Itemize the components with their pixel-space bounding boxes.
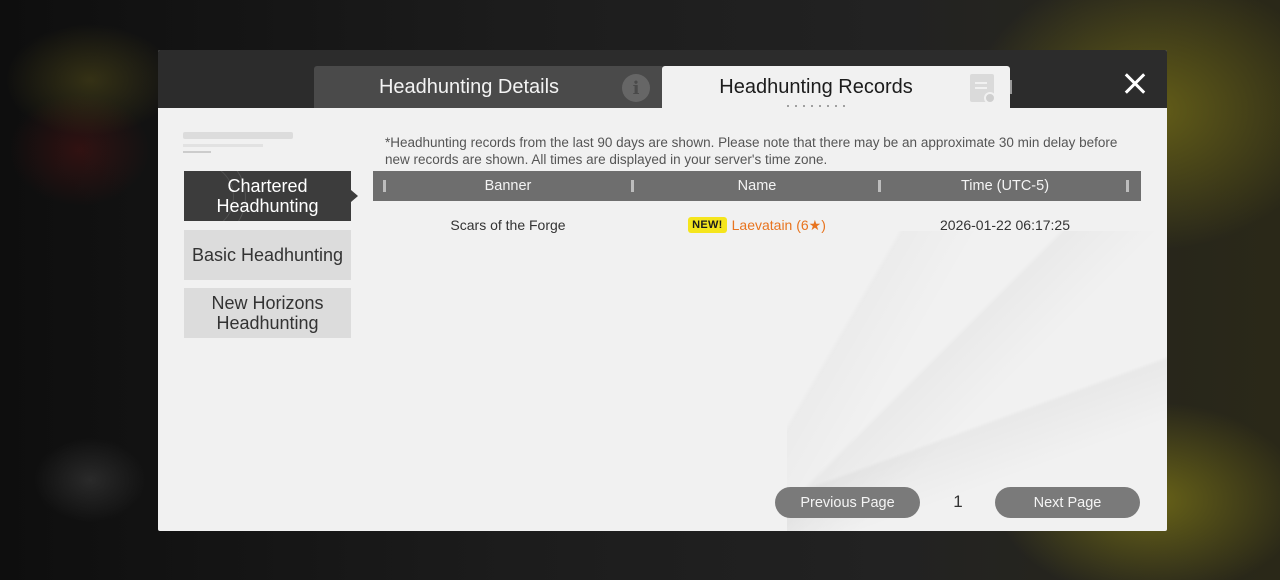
sidebar-item-label: New Horizons Headhunting bbox=[211, 293, 324, 333]
sidebar-item-new-horizons-headhunting[interactable]: New Horizons Headhunting bbox=[184, 288, 351, 338]
close-icon[interactable] bbox=[1119, 68, 1151, 100]
active-indicator-arrow bbox=[351, 190, 358, 202]
previous-page-button[interactable]: Previous Page bbox=[775, 487, 920, 518]
records-table-header: Banner Name Time (UTC-5) bbox=[373, 171, 1141, 201]
cell-name: NEW! Laevatain (6★) bbox=[633, 213, 881, 237]
table-row: Scars of the Forge NEW! Laevatain (6★) 2… bbox=[373, 213, 1141, 237]
document-icon bbox=[970, 74, 996, 104]
new-badge: NEW! bbox=[688, 217, 727, 233]
sidebar-item-label: Chartered Headhunting bbox=[216, 176, 319, 216]
modal-top-bar: Headhunting Details i Headhunting Record… bbox=[158, 50, 1167, 108]
tab-headhunting-records[interactable]: Headhunting Records bbox=[662, 66, 1012, 108]
column-divider bbox=[1126, 180, 1129, 192]
cell-banner: Scars of the Forge bbox=[450, 217, 566, 233]
tab-separator bbox=[1010, 80, 1012, 94]
sidebar-item-label: Basic Headhunting bbox=[191, 245, 344, 265]
operator-name: Laevatain (6★) bbox=[731, 216, 826, 233]
sidebar-item-basic-headhunting[interactable]: Basic Headhunting bbox=[184, 230, 351, 280]
column-header-time: Time (UTC-5) bbox=[960, 178, 1050, 194]
logo bbox=[183, 132, 293, 154]
tab-label: Headhunting Records bbox=[719, 75, 913, 98]
tab-label: Headhunting Details bbox=[378, 75, 560, 98]
headhunting-modal: Headhunting Details i Headhunting Record… bbox=[158, 50, 1167, 531]
panel-decoration bbox=[787, 231, 1167, 531]
cell-time: 2026-01-22 06:17:25 bbox=[940, 217, 1070, 233]
records-notice: *Headhunting records from the last 90 da… bbox=[385, 135, 1118, 167]
page-number: 1 bbox=[953, 492, 963, 511]
info-icon: i bbox=[622, 74, 650, 102]
tab-headhunting-details[interactable]: Headhunting Details i bbox=[314, 66, 666, 108]
sidebar-item-chartered-headhunting[interactable]: Chartered Headhunting bbox=[184, 171, 351, 221]
column-header-banner: Banner bbox=[484, 178, 532, 194]
next-page-button[interactable]: Next Page bbox=[995, 487, 1140, 518]
column-header-name: Name bbox=[737, 178, 777, 194]
